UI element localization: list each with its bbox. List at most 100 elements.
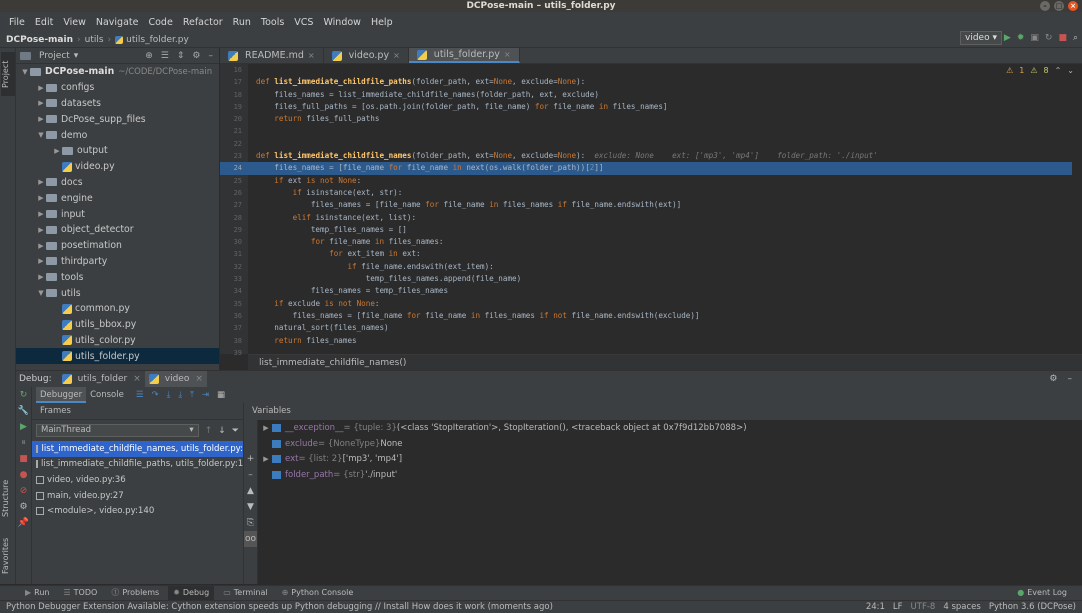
close-icon[interactable]: ×	[393, 51, 400, 60]
frame-row[interactable]: list_immediate_childfile_paths, utils_fo…	[32, 457, 243, 473]
run-config-selector[interactable]: video ▾	[960, 31, 1002, 45]
nav-file[interactable]: utils_folder.py	[126, 35, 189, 45]
filter-icon[interactable]: ⏷	[232, 426, 239, 436]
search-everywhere-icon[interactable]: ⌕	[1073, 31, 1078, 45]
menu-item[interactable]: VCS	[289, 17, 318, 28]
maximize-button[interactable]: □	[1054, 1, 1064, 11]
code-line[interactable]: def list_immediate_childfile_paths(folde…	[248, 76, 1072, 88]
tool-window-button[interactable]: ⊕ Python Console	[277, 586, 359, 600]
code-line[interactable]: return files_names	[248, 335, 1072, 347]
editor-tab[interactable]: utils_folder.py ×	[408, 48, 520, 63]
menu-item[interactable]: File	[4, 17, 30, 28]
tree-file[interactable]: video.py	[16, 159, 219, 175]
thread-selector[interactable]: MainThread ▾	[36, 424, 199, 437]
tree-file[interactable]: utils_color.py	[16, 333, 219, 349]
gear-icon[interactable]: ⚙	[16, 499, 31, 515]
run-icon[interactable]: ▶	[1004, 31, 1011, 45]
expand-icon[interactable]: ⇕	[177, 51, 185, 61]
debug-session-tab[interactable]: video ×	[144, 370, 207, 388]
tree-folder[interactable]: ▶ engine	[16, 190, 219, 206]
menu-item[interactable]: Navigate	[91, 17, 144, 28]
tree-folder[interactable]: ▶ output	[16, 143, 219, 159]
code-line[interactable]: files_names = temp_files_names	[248, 285, 1072, 297]
code-line[interactable]: temp_files_names = []	[248, 224, 1072, 236]
frame-row[interactable]: video, video.py:36	[32, 472, 243, 488]
gear-icon[interactable]: ⚙	[192, 51, 200, 61]
chevron-up-icon[interactable]: ⌃	[1055, 66, 1062, 75]
code-editor[interactable]: def list_immediate_childfile_paths(folde…	[248, 64, 1072, 354]
chevron-down-icon[interactable]: ⌄	[1067, 66, 1074, 75]
frame-row[interactable]: <module>, video.py:140	[32, 503, 243, 519]
code-line[interactable]: return files_full_paths	[248, 113, 1072, 125]
menu-item[interactable]: Refactor	[178, 17, 228, 28]
chevron-down-icon[interactable]: ▾	[74, 51, 79, 61]
chevron-right-icon[interactable]: ▶	[260, 424, 272, 432]
code-line[interactable]	[248, 64, 1072, 76]
tree-folder[interactable]: ▶ object_detector	[16, 222, 219, 238]
nav-project[interactable]: DCPose-main	[6, 35, 73, 45]
pause-icon[interactable]: ⏸	[16, 435, 31, 451]
close-icon[interactable]: ×	[195, 374, 203, 384]
tree-file[interactable]: common.py	[16, 301, 219, 317]
stop-icon[interactable]: ■	[16, 451, 31, 467]
debug-icon[interactable]: ✹	[1017, 31, 1025, 45]
tree-folder[interactable]: ▶ configs	[16, 80, 219, 96]
close-window-button[interactable]: ×	[1068, 1, 1078, 11]
view-breakpoints-icon[interactable]: ●	[16, 467, 31, 483]
code-line[interactable]: files_names = list_immediate_childfile_n…	[248, 89, 1072, 101]
frame-row[interactable]: main, video.py:27	[32, 488, 243, 504]
project-panel-title[interactable]: Project	[39, 51, 70, 61]
menu-item[interactable]: Window	[318, 17, 365, 28]
tree-folder[interactable]: ▶ datasets	[16, 96, 219, 112]
code-line[interactable]: files_full_paths = [os.path.join(folder_…	[248, 101, 1072, 113]
tree-folder[interactable]: ▶ tools	[16, 269, 219, 285]
code-line[interactable]	[248, 347, 1072, 354]
copy-icon[interactable]: ⎘	[244, 515, 257, 531]
line-separator[interactable]: LF	[893, 602, 903, 612]
code-line[interactable]: files_names = [file_name for file_name i…	[248, 199, 1072, 211]
show-execution-point-icon[interactable]: ☰	[136, 390, 144, 400]
code-line[interactable]: elif isinstance(ext, list):	[248, 212, 1072, 224]
tool-window-button[interactable]: ▭ Terminal	[218, 586, 272, 600]
inspection-widget[interactable]: ⚠ 1 ⚠ 8 ⌃ ⌄	[1006, 66, 1074, 75]
variable-row[interactable]: ▶ ext = {list: 2} ['mp3', 'mp4']	[260, 452, 1080, 468]
code-line[interactable]: temp_files_names.append(file_name)	[248, 273, 1072, 285]
tree-folder[interactable]: ▼ demo	[16, 127, 219, 143]
code-line[interactable]: if ext is not None:	[248, 175, 1072, 187]
tree-folder[interactable]: ▶ DcPose_supp_files	[16, 111, 219, 127]
step-out-icon[interactable]: ⤒	[190, 390, 194, 400]
code-breadcrumb[interactable]: list_immediate_childfile_names()	[248, 354, 1082, 370]
status-message[interactable]: Python Debugger Extension Available: Cyt…	[6, 602, 553, 612]
close-icon[interactable]: ×	[133, 374, 141, 384]
editor-tab[interactable]: video.py ×	[324, 48, 409, 63]
debug-session-tab[interactable]: utils_folder ×	[58, 371, 145, 388]
tree-folder[interactable]: ▶ thirdparty	[16, 254, 219, 270]
stop-icon[interactable]: ■	[1058, 31, 1067, 45]
frame-row[interactable]: list_immediate_childfile_names, utils_fo…	[32, 441, 243, 457]
chevron-right-icon[interactable]: ▶	[260, 455, 272, 463]
resume-icon[interactable]: ▶	[16, 419, 31, 435]
code-line[interactable]: files_names = [file_name for file_name i…	[248, 310, 1072, 322]
remove-icon[interactable]: –	[244, 467, 257, 483]
close-icon[interactable]: ×	[308, 51, 315, 60]
file-encoding[interactable]: UTF-8	[911, 602, 936, 612]
evaluate-icon[interactable]: ▦	[217, 390, 225, 400]
arrow-up-icon[interactable]: ▲	[244, 483, 257, 499]
variable-row[interactable]: ▶ __exception__ = {tuple: 3} (<class 'Sto…	[260, 420, 1080, 436]
editor-tab[interactable]: README.md ×	[220, 48, 324, 63]
tree-root[interactable]: ▼ DCPose-main ~/CODE/DCPose-main	[16, 64, 219, 80]
code-line[interactable]	[248, 138, 1072, 150]
coverage-icon[interactable]: ▣	[1030, 31, 1039, 45]
rerun-icon[interactable]: ↻	[16, 387, 31, 403]
arrow-up-icon[interactable]: ↑	[205, 426, 213, 436]
event-log-button[interactable]: ● Event Log	[1012, 586, 1072, 600]
project-tool-tab[interactable]: Project	[1, 52, 15, 96]
minimize-button[interactable]: –	[1040, 1, 1050, 11]
tree-folder[interactable]: ▶ input	[16, 206, 219, 222]
step-into-my-code-icon[interactable]: ⤓	[178, 390, 182, 400]
tree-file[interactable]: utils_bbox.py	[16, 317, 219, 333]
nav-folder[interactable]: utils	[85, 35, 104, 45]
debugger-subtab[interactable]: Debugger	[36, 387, 87, 403]
gear-icon[interactable]: ⚙	[1049, 374, 1057, 384]
code-line[interactable]: if exclude is not None:	[248, 298, 1072, 310]
